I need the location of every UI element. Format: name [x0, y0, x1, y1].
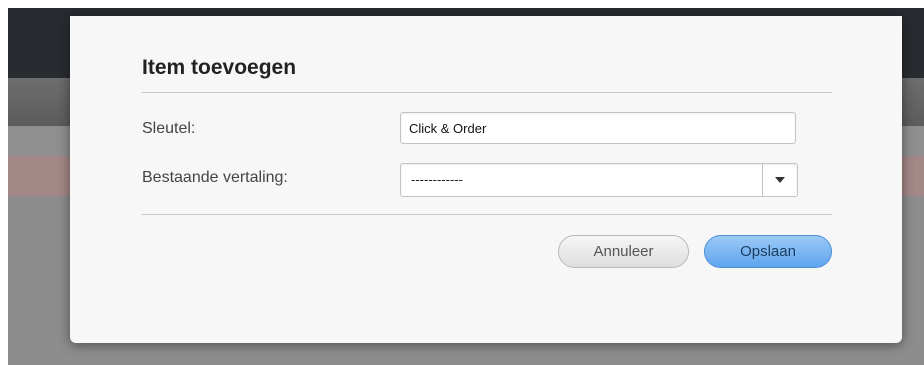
title-divider	[142, 92, 832, 93]
save-button[interactable]: Opslaan	[704, 235, 832, 268]
app-background: Item toevoegen Sleutel: Bestaande vertal…	[8, 8, 924, 365]
select-selected-value: ------------	[411, 172, 463, 187]
footer-divider	[142, 214, 832, 215]
existing-translation-select[interactable]: ------------	[400, 163, 798, 197]
add-item-dialog: Item toevoegen Sleutel: Bestaande vertal…	[70, 16, 902, 343]
key-input[interactable]	[400, 112, 796, 144]
chevron-down-icon[interactable]	[763, 164, 797, 196]
key-label: Sleutel:	[142, 120, 196, 137]
existing-translation-label: Bestaande vertaling:	[142, 169, 288, 186]
dialog-title: Item toevoegen	[142, 56, 297, 79]
cancel-button[interactable]: Annuleer	[558, 235, 689, 268]
